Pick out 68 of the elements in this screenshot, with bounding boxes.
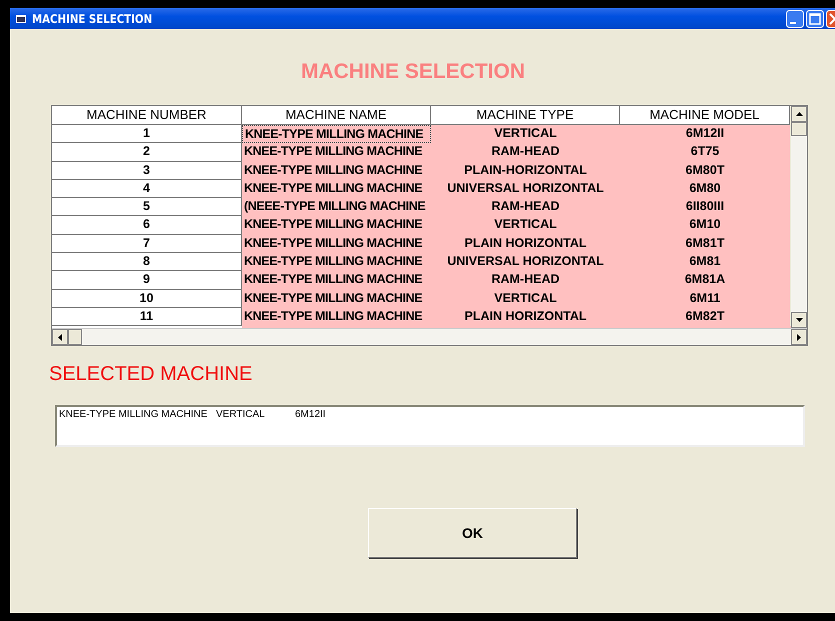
- table-cell[interactable]: VERTICAL: [431, 125, 620, 144]
- table-cell[interactable]: 6M81T: [620, 234, 790, 254]
- table-cell[interactable]: KNEE-TYPE MILLING MACHINE: [242, 234, 431, 254]
- table-cell[interactable]: KNEE-TYPE MILLING MACHINE: [242, 308, 431, 326]
- machine-type-text: VERTICAL: [216, 409, 266, 422]
- table-cell[interactable]: UNIVERSAL HORIZONTAL: [431, 253, 620, 272]
- minimize-icon[interactable]: [786, 10, 804, 28]
- table-cell[interactable]: 6M80T: [620, 162, 790, 180]
- machine-name-text: KNEE-TYPE MILLING MACHINE: [59, 409, 208, 422]
- table-cell[interactable]: 4: [52, 180, 242, 198]
- scroll-down-icon[interactable]: [796, 318, 802, 322]
- vertical-scrollbar[interactable]: [791, 106, 807, 328]
- table-cell[interactable]: UNIVERSAL HORIZONTAL: [431, 180, 620, 198]
- section-label: SELECTED MACHINE: [49, 363, 254, 386]
- table-cell[interactable]: PLAIN-HORIZONTAL: [431, 162, 620, 180]
- column-header[interactable]: MACHINE TYPE: [431, 106, 620, 125]
- column-header[interactable]: MACHINE MODEL: [620, 106, 790, 125]
- table-cell[interactable]: 8: [52, 253, 242, 272]
- table-cell[interactable]: 2: [52, 143, 242, 162]
- table-cell[interactable]: 7: [52, 234, 242, 254]
- table-cell[interactable]: KNEE-TYPE MILLING MACHINE: [242, 216, 431, 235]
- table-cell[interactable]: 6M81A: [620, 271, 790, 290]
- window-title: MACHINE SELECTION: [32, 12, 152, 26]
- table-cell[interactable]: PLAIN HORIZONTAL: [431, 234, 620, 254]
- form-heading: MACHINE SELECTION: [300, 60, 526, 85]
- horizontal-scrollbar[interactable]: [52, 328, 807, 345]
- table-cell[interactable]: 6M80: [620, 180, 790, 198]
- table-cell[interactable]: (NEEE-TYPE MILLING MACHINE: [242, 198, 431, 216]
- table-cell[interactable]: RAM-HEAD: [431, 143, 620, 162]
- table-cell[interactable]: RAM-HEAD: [431, 271, 620, 290]
- column-header[interactable]: MACHINE NAME: [242, 106, 431, 125]
- close-icon[interactable]: [826, 10, 835, 28]
- column-header[interactable]: MACHINE NUMBER: [52, 106, 242, 125]
- table-cell[interactable]: 6II80III: [620, 198, 790, 216]
- table-cell[interactable]: KNEE-TYPE MILLING MACHINE: [242, 162, 431, 180]
- selected-machine-field[interactable]: KNEE-TYPE MILLING MACHINE VERTICAL 6M12II: [55, 405, 805, 447]
- table-cell[interactable]: 6M81: [620, 253, 790, 272]
- table-cell[interactable]: 6T75: [620, 143, 790, 162]
- ok-button[interactable]: OK: [368, 508, 577, 558]
- table-cell[interactable]: KNEE-TYPE MILLING MACHINE: [242, 125, 431, 144]
- table-cell[interactable]: 11: [52, 308, 242, 326]
- scroll-thumb[interactable]: [791, 122, 807, 136]
- table-cell[interactable]: KNEE-TYPE MILLING MACHINE: [242, 180, 431, 198]
- table-cell[interactable]: VERTICAL: [431, 290, 620, 308]
- scroll-left-icon[interactable]: [58, 334, 62, 340]
- table-cell[interactable]: KNEE-TYPE MILLING MACHINE: [242, 271, 431, 290]
- table-cell[interactable]: 5: [52, 198, 242, 216]
- window-icon: [16, 14, 26, 22]
- table-cell[interactable]: 6M11: [620, 290, 790, 308]
- maximize-icon[interactable]: [806, 10, 824, 28]
- table-cell[interactable]: RAM-HEAD: [431, 198, 620, 216]
- machine-model-text: 6M12II: [295, 409, 326, 422]
- scroll-thumb[interactable]: [68, 329, 82, 345]
- table-cell[interactable]: KNEE-TYPE MILLING MACHINE: [242, 290, 431, 308]
- table-cell[interactable]: PLAIN HORIZONTAL: [431, 308, 620, 326]
- table-cell[interactable]: VERTICAL: [431, 216, 620, 235]
- table-cell[interactable]: 9: [52, 271, 242, 290]
- scroll-right-icon[interactable]: [797, 334, 801, 340]
- scroll-up-icon[interactable]: [796, 112, 802, 116]
- table-cell[interactable]: 3: [52, 162, 242, 180]
- table-cell[interactable]: 6M10: [620, 216, 790, 235]
- table-cell[interactable]: KNEE-TYPE MILLING MACHINE: [242, 253, 431, 272]
- table-cell[interactable]: 6: [52, 216, 242, 235]
- table-cell[interactable]: KNEE-TYPE MILLING MACHINE: [242, 143, 431, 162]
- table-cell[interactable]: 10: [52, 290, 242, 308]
- table-cell[interactable]: 1: [52, 125, 242, 144]
- table-cell[interactable]: 6M82T: [620, 308, 790, 326]
- table-cell[interactable]: 6M12II: [620, 125, 790, 144]
